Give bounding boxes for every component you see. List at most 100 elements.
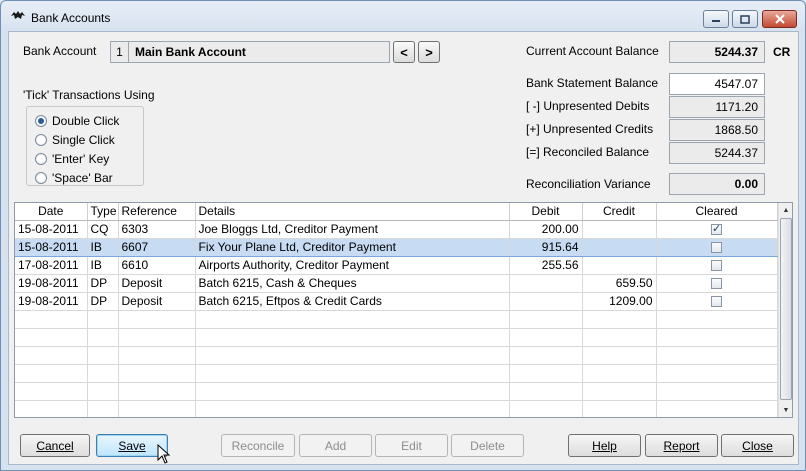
- previous-account-button[interactable]: <: [393, 41, 415, 63]
- reconciled-balance-field: 5244.37: [669, 142, 765, 164]
- radio-button[interactable]: [35, 134, 47, 146]
- radio-label: Single Click: [52, 133, 115, 147]
- title-bar[interactable]: Bank Accounts: [1, 1, 805, 31]
- save-button-label: Save: [118, 438, 146, 453]
- column-header-debit[interactable]: Debit: [509, 203, 583, 221]
- vertical-scrollbar[interactable]: ▲ ▼: [778, 203, 792, 417]
- empty-row: [15, 400, 778, 417]
- bat-icon: [11, 11, 25, 19]
- radio-button[interactable]: [35, 153, 47, 165]
- help-button[interactable]: Help: [568, 434, 641, 457]
- cell-credit: [582, 220, 657, 239]
- close-window-button[interactable]: [762, 10, 797, 28]
- cleared-checkbox[interactable]: [711, 222, 722, 236]
- empty-row: [15, 346, 778, 365]
- cell-debit: [509, 292, 583, 311]
- cell-type: IB: [87, 256, 119, 275]
- cleared-checkbox[interactable]: [711, 296, 722, 308]
- radio-enter-key[interactable]: 'Enter' Key: [35, 152, 109, 166]
- cancel-button[interactable]: Cancel: [20, 434, 90, 457]
- window-title: Bank Accounts: [31, 11, 111, 25]
- cell-date: 19-08-2011: [15, 292, 88, 311]
- next-account-button[interactable]: >: [418, 41, 440, 63]
- unpresented-credits-label: [+] Unpresented Credits: [526, 122, 654, 136]
- cell-cleared: [656, 256, 778, 275]
- current-balance-field: 5244.37: [669, 41, 765, 63]
- column-header-cleared[interactable]: Cleared: [656, 203, 778, 221]
- unpresented-credits-field: 1868.50: [669, 119, 765, 141]
- table-header: Date Type Reference Details Debit Credit…: [15, 203, 778, 221]
- delete-button[interactable]: Delete: [451, 434, 524, 457]
- cleared-checkbox[interactable]: [711, 242, 722, 254]
- cell-credit: 1209.00: [582, 292, 657, 311]
- cell-reference: 6607: [118, 237, 196, 257]
- cell-cleared: [656, 237, 778, 257]
- close-button[interactable]: Close: [721, 434, 794, 457]
- table-row[interactable]: 19-08-2011 DP Deposit Batch 6215, Eftpos…: [15, 292, 778, 311]
- table-row[interactable]: 17-08-2011 IB 6610 Airports Authority, C…: [15, 256, 778, 275]
- cell-details: Batch 6215, Eftpos & Credit Cards: [195, 292, 510, 311]
- column-header-credit[interactable]: Credit: [582, 203, 657, 221]
- balance-suffix: CR: [773, 45, 791, 59]
- current-balance-label: Current Account Balance: [526, 44, 659, 58]
- tick-options-title: 'Tick' Transactions Using: [23, 88, 155, 102]
- reconciled-balance-label: [=] Reconciled Balance: [526, 145, 650, 159]
- cell-reference: Deposit: [118, 274, 196, 293]
- column-header-details[interactable]: Details: [195, 203, 510, 221]
- cell-details: Batch 6215, Cash & Cheques: [195, 274, 510, 293]
- statement-balance-input[interactable]: 4547.07: [669, 73, 765, 95]
- variance-field: 0.00: [669, 173, 765, 195]
- transactions-table[interactable]: Date Type Reference Details Debit Credit…: [14, 202, 793, 418]
- cell-reference: 6610: [118, 256, 196, 275]
- add-button[interactable]: Add: [299, 434, 372, 457]
- tick-options-group: Double Click Single Click 'Enter' Key 'S…: [26, 106, 144, 186]
- account-name-field[interactable]: Main Bank Account: [128, 41, 390, 63]
- close-button-label: Close: [742, 438, 773, 453]
- table-row[interactable]: 19-08-2011 DP Deposit Batch 6215, Cash &…: [15, 274, 778, 293]
- cell-type: DP: [87, 274, 119, 293]
- report-button-label: Report: [663, 438, 700, 453]
- edit-button[interactable]: Edit: [375, 434, 448, 457]
- maximize-button[interactable]: [732, 10, 758, 28]
- report-button[interactable]: Report: [645, 434, 718, 457]
- cell-debit: 200.00: [509, 220, 583, 239]
- radio-button[interactable]: [35, 115, 47, 127]
- cell-details: Joe Bloggs Ltd, Creditor Payment: [195, 220, 510, 239]
- help-button-label: Help: [592, 438, 617, 453]
- column-header-type[interactable]: Type: [87, 203, 119, 221]
- minimize-button[interactable]: [703, 10, 729, 28]
- radio-single-click[interactable]: Single Click: [35, 133, 115, 147]
- mouse-cursor-icon: [157, 444, 171, 464]
- cell-credit: [582, 256, 657, 275]
- cleared-checkbox[interactable]: [711, 260, 722, 272]
- table-row[interactable]: 15-08-2011 CQ 6303 Joe Bloggs Ltd, Credi…: [15, 220, 778, 239]
- radio-space-bar[interactable]: 'Space' Bar: [35, 171, 113, 185]
- cell-credit: [582, 237, 657, 257]
- radio-button[interactable]: [35, 172, 47, 184]
- cell-cleared: [656, 292, 778, 311]
- cell-type: DP: [87, 292, 119, 311]
- cell-date: 17-08-2011: [15, 256, 88, 275]
- scroll-up-icon[interactable]: ▲: [779, 203, 792, 217]
- cell-details: Airports Authority, Creditor Payment: [195, 256, 510, 275]
- cell-date: 19-08-2011: [15, 274, 88, 293]
- scroll-thumb[interactable]: [780, 218, 792, 400]
- cleared-checkbox[interactable]: [711, 278, 722, 290]
- column-header-reference[interactable]: Reference: [118, 203, 196, 221]
- scroll-down-icon[interactable]: ▼: [779, 403, 792, 417]
- table-row-selected[interactable]: 15-08-2011 IB 6607 Fix Your Plane Ltd, C…: [15, 237, 778, 257]
- cell-reference: Deposit: [118, 292, 196, 311]
- cell-type: CQ: [87, 220, 119, 239]
- empty-row: [15, 382, 778, 401]
- client-area: Bank Account 1 Main Bank Account < > 'Ti…: [8, 31, 799, 465]
- account-number-field[interactable]: 1: [110, 41, 129, 63]
- reconcile-button[interactable]: Reconcile: [221, 434, 295, 457]
- bank-accounts-window: Bank Accounts Bank Account 1 Main Bank A…: [0, 0, 806, 471]
- close-icon: [774, 14, 785, 24]
- variance-label: Reconciliation Variance: [526, 177, 651, 191]
- statement-balance-label: Bank Statement Balance: [526, 76, 659, 90]
- radio-double-click[interactable]: Double Click: [35, 114, 119, 128]
- empty-row: [15, 328, 778, 347]
- column-header-date[interactable]: Date: [15, 203, 88, 221]
- cell-credit: 659.50: [582, 274, 657, 293]
